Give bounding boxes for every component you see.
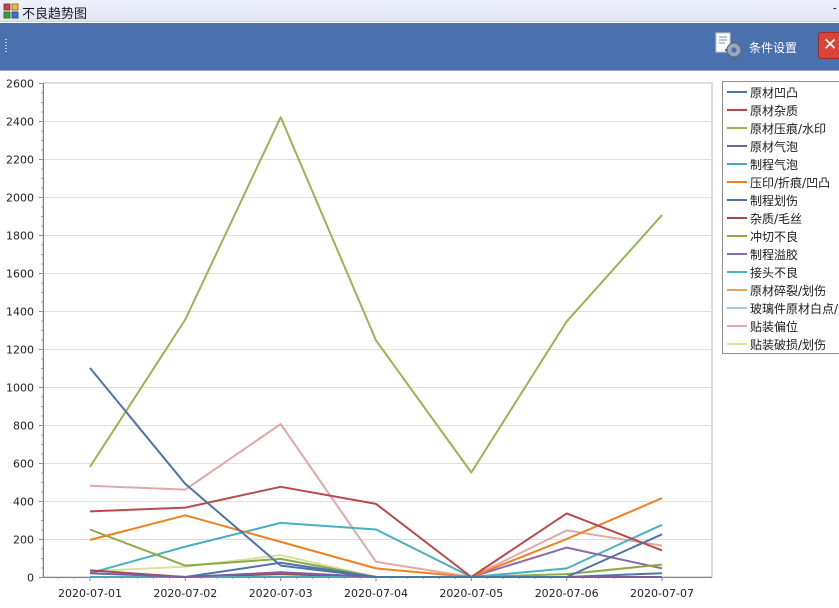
y-tick-label: 1200 — [6, 344, 34, 357]
legend-label: 贴装偏位 — [750, 320, 799, 334]
legend-swatch — [727, 217, 747, 219]
plot-frame — [42, 82, 713, 578]
close-button[interactable]: ✕ — [818, 32, 839, 59]
legend-label: 制程划伤 — [750, 194, 799, 208]
x-tick-label: 2020-07-07 — [630, 587, 694, 600]
x-tick-label: 2020-07-01 — [58, 587, 122, 600]
legend-swatch — [727, 307, 747, 309]
legend-swatch — [727, 235, 747, 237]
legend-swatch — [727, 325, 747, 327]
title-bar: 不良趋势图 - — [0, 0, 839, 22]
y-tick-label: 200 — [13, 534, 34, 547]
legend-label: 压印/折痕/凹凸 — [750, 176, 831, 190]
legend-item: 制程气泡 — [723, 155, 839, 173]
condition-settings-button[interactable]: 条件设置 — [712, 29, 808, 63]
legend-label: 接头不良 — [750, 266, 799, 280]
chart-legend: 原材凹凸原材杂质原材压痕/水印 原材气泡制程气泡压印/折痕/凹凸 制程划伤杂质/毛丝… — [722, 81, 839, 354]
legend-item: 压印/折痕/凹凸 — [723, 173, 839, 191]
legend-item: 原材凹凸 — [723, 83, 839, 101]
series-line-8 — [89, 528, 663, 578]
legend-label: 制程溢胶 — [750, 248, 799, 262]
minimize-button[interactable]: - — [833, 1, 837, 15]
x-tick-label: 2020-07-05 — [439, 587, 503, 600]
legend-label: 原材压痕/水印 — [750, 122, 827, 136]
legend-label: 玻璃件原材白点/ — [750, 302, 839, 316]
legend-swatch — [727, 109, 747, 111]
y-tick-label: 1800 — [6, 230, 34, 243]
legend-item: 制程溢胶 — [723, 245, 839, 263]
legend-item: 原材气泡 — [723, 137, 839, 155]
legend-label: 冲切不良 — [750, 230, 799, 244]
legend-label: 原材气泡 — [750, 140, 799, 154]
y-tick-label: 800 — [13, 420, 34, 433]
legend-swatch — [727, 91, 747, 93]
legend-item: 杂质/毛丝 — [723, 209, 839, 227]
legend-label: 贴装破损/划伤 — [750, 338, 827, 352]
x-tick-label: 2020-07-04 — [344, 587, 408, 600]
legend-item: 制程划伤 — [723, 191, 839, 209]
legend-item: 原材碎裂/划伤 — [723, 281, 839, 299]
legend-label: 制程气泡 — [750, 158, 799, 172]
toolbar: 条件设置 ✕ — [0, 23, 839, 70]
series-line-5 — [89, 497, 663, 578]
x-tick-label: 2020-07-06 — [535, 587, 599, 600]
legend-swatch — [727, 199, 747, 201]
legend-item: 接头不良 — [723, 263, 839, 281]
y-tick-label: 600 — [13, 458, 34, 471]
legend-label: 原材杂质 — [750, 104, 799, 118]
legend-swatch — [727, 343, 747, 345]
y-tick-label: 1000 — [6, 382, 34, 395]
series-line-0 — [89, 367, 663, 578]
legend-item: 原材杂质 — [723, 101, 839, 119]
legend-item: 贴装破损/划伤 — [723, 335, 839, 353]
legend-swatch — [727, 127, 747, 129]
legend-label: 原材碎裂/划伤 — [750, 284, 827, 298]
settings-gear-icon — [715, 32, 743, 59]
legend-swatch — [727, 271, 747, 273]
trend-chart: 0 200 400 600 800 1000 1200 1400 1600 1800 2000 220… — [6, 78, 713, 600]
y-tick-label: 1400 — [6, 306, 34, 319]
legend-swatch — [727, 289, 747, 291]
legend-swatch — [727, 253, 747, 255]
legend-item: 冲切不良 — [723, 227, 839, 245]
x-tick-label: 2020-07-03 — [249, 587, 313, 600]
x-tick-label: 2020-07-02 — [153, 587, 217, 600]
toolbar-grip[interactable] — [5, 39, 7, 53]
y-tick-label: 2000 — [6, 192, 34, 205]
series-line-13 — [89, 423, 663, 578]
close-icon: ✕ — [823, 35, 838, 55]
app-icon — [3, 3, 19, 19]
legend-swatch — [727, 163, 747, 165]
legend-item: 原材压痕/水印 — [723, 119, 839, 137]
y-tick-label: 0 — [27, 572, 34, 585]
y-tick-label: 400 — [13, 496, 34, 509]
y-tick-label: 2400 — [6, 116, 34, 129]
legend-swatch — [727, 181, 747, 183]
legend-item: 贴装偏位 — [723, 317, 839, 335]
window-title: 不良趋势图 — [22, 7, 88, 22]
y-tick-label: 2600 — [6, 78, 34, 91]
series-line-2 — [89, 116, 663, 474]
legend-swatch — [727, 145, 747, 147]
legend-label: 原材凹凸 — [750, 86, 799, 100]
chart-area: 0 200 400 600 800 1000 1200 1400 1600 1800 2000 220… — [0, 70, 839, 607]
condition-settings-label: 条件设置 — [749, 41, 798, 55]
legend-item: 玻璃件原材白点/ — [723, 299, 839, 317]
y-tick-label: 2200 — [6, 154, 34, 167]
y-tick-label: 1600 — [6, 268, 34, 281]
legend-label: 杂质/毛丝 — [750, 212, 803, 226]
